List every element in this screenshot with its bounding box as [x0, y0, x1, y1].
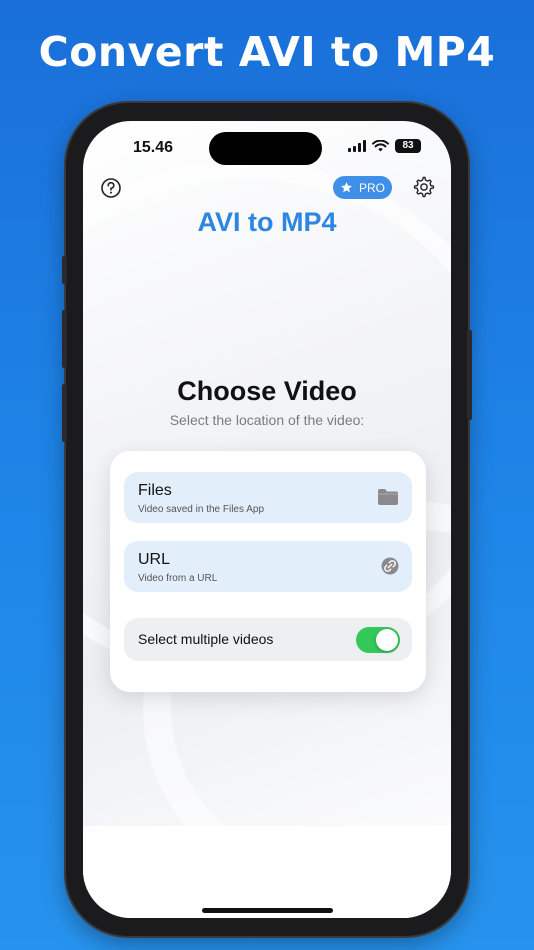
home-indicator[interactable] [202, 908, 333, 913]
multi-select-label: Select multiple videos [138, 631, 274, 647]
wifi-icon [372, 140, 389, 152]
promo-headline: Convert AVI to MP4 [38, 28, 496, 76]
cellular-signal-icon [348, 140, 366, 152]
screen-bottom-area [83, 826, 451, 918]
pro-button[interactable]: PRO [333, 176, 392, 199]
status-time: 15.46 [133, 139, 174, 156]
option-title: Files [138, 482, 172, 499]
battery-indicator: 83 [395, 139, 421, 153]
app-title: AVI to MP4 [197, 207, 337, 237]
page-subtitle: Select the location of the video: [169, 412, 365, 428]
link-icon [381, 557, 399, 580]
folder-icon [377, 488, 399, 511]
source-options-card: Files Video saved in the Files App URL V… [110, 451, 426, 692]
option-subtitle: Video saved in the Files App [138, 504, 265, 515]
multi-select-row: Select multiple videos [124, 618, 412, 661]
files-option-button[interactable]: Files Video saved in the Files App [124, 472, 412, 523]
phone-power-button [467, 330, 472, 420]
page-title: Choose Video [177, 376, 357, 406]
phone-screen: 15.46 83 PRO AVI to MP4 Choose Video Sel… [83, 121, 451, 918]
dynamic-island [209, 132, 322, 165]
gear-icon[interactable] [413, 176, 435, 203]
star-icon [341, 182, 352, 193]
option-title: URL [138, 551, 171, 568]
url-option-button[interactable]: URL Video from a URL [124, 541, 412, 592]
help-icon[interactable] [100, 177, 122, 204]
toggle-knob [376, 629, 398, 651]
phone-silent-switch [62, 256, 67, 284]
option-subtitle: Video from a URL [138, 573, 218, 584]
phone-volume-up [62, 310, 67, 368]
phone-volume-down [62, 384, 67, 442]
pro-label: PRO [358, 180, 385, 195]
status-indicators: 83 [348, 139, 421, 153]
multi-select-toggle[interactable] [356, 627, 400, 653]
